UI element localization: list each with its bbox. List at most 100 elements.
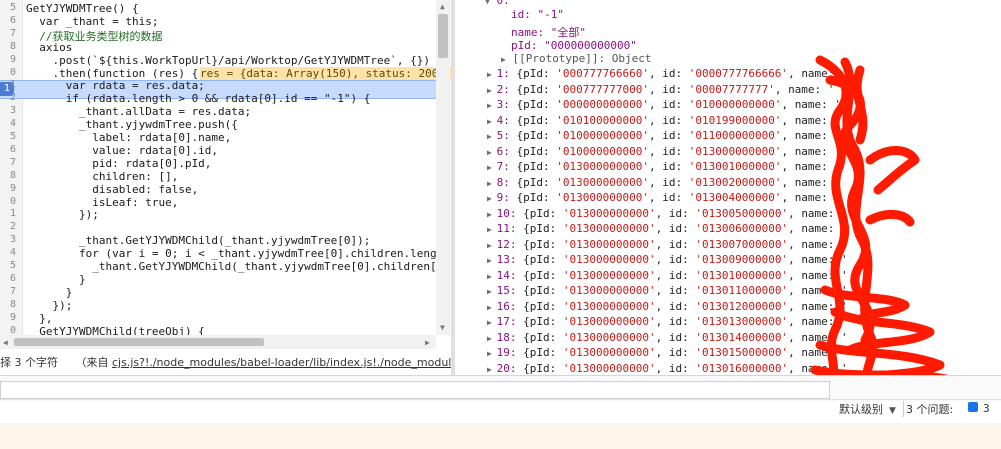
console-array-row[interactable]: ▶ 14: {pId: '013000000000', id: '0130100…	[487, 269, 848, 282]
console-array-row[interactable]: ▶ 11: {pId: '013000000000', id: '0130060…	[487, 222, 848, 235]
array-index: 2:	[496, 82, 510, 96]
punct: ,	[781, 98, 795, 111]
console-array-row[interactable]: ▶ 10: {pId: '013000000000', id: '0130050…	[487, 207, 848, 220]
line-number[interactable]: 0	[0, 325, 16, 336]
line-number[interactable]: 7	[0, 28, 16, 39]
line-number[interactable]: 6	[0, 15, 16, 26]
issues-button[interactable]: 3 个问题:	[906, 401, 953, 417]
code-line: _thant.yjywdmTree.push({	[26, 118, 238, 132]
code-line: isLeaf: true,	[26, 195, 179, 209]
line-number[interactable]: 1	[0, 79, 16, 90]
id-value: '013005000000'	[695, 206, 789, 220]
punct: , id:	[655, 253, 696, 266]
console-array-row[interactable]: ▶ 1: {pId: '000777766660', id: '00007777…	[487, 67, 848, 80]
line-number[interactable]: 3	[0, 105, 16, 116]
console-array-row[interactable]: ▶ 15: {pId: '013000000000', id: '0130110…	[487, 284, 848, 297]
line-number[interactable]: 8	[0, 41, 16, 52]
punct: , id:	[648, 67, 689, 80]
expand-triangle-icon[interactable]: ▶	[487, 287, 497, 296]
expand-triangle-icon[interactable]: ▶	[487, 225, 497, 234]
console-array-row[interactable]: ▶ 13: {pId: '013000000000', id: '0130090…	[487, 253, 848, 266]
id-value: '010000000000'	[688, 98, 782, 111]
source-status-bar: 择 3 个字符 （来自 cjs.js?!./node_modules/babel…	[0, 352, 451, 374]
expand-triangle-icon[interactable]: ▶	[487, 86, 497, 95]
line-number[interactable]: 0	[0, 196, 16, 207]
console-array-row[interactable]: ▶ 3: {pId: '000000000000', id: '01000000…	[487, 98, 841, 111]
expand-triangle-icon[interactable]: ▶	[501, 55, 506, 64]
expand-triangle-icon[interactable]: ▶	[487, 318, 497, 327]
scroll-left-icon[interactable]: ◀	[3, 338, 8, 347]
line-number[interactable]: 4	[0, 247, 16, 258]
scroll-down-icon[interactable]: ▼	[440, 323, 445, 332]
expand-triangle-icon[interactable]: ▶	[487, 101, 497, 110]
scroll-up-icon[interactable]: ▲	[440, 2, 445, 11]
source-editor[interactable]: 1 5 GetYJYWDMTree() {6 var _thant = this;…	[0, 0, 451, 335]
expand-triangle-icon[interactable]: ▶	[487, 132, 497, 141]
expand-triangle-icon[interactable]: ▶	[487, 365, 497, 374]
line-number[interactable]: 5	[0, 2, 16, 13]
console-array-row[interactable]: ▶ 20: {pId: '013000000000', id: '0130160…	[487, 362, 848, 375]
punct: ,	[774, 82, 789, 96]
line-number[interactable]: 9	[0, 183, 16, 194]
console-array-row[interactable]: ▶ 5: {pId: '010000000000', id: '01100000…	[487, 129, 841, 142]
console-array-row[interactable]: ▶ 12: {pId: '013000000000', id: '0130070…	[487, 238, 848, 251]
line-number[interactable]: 1	[0, 208, 16, 219]
source-vertical-scroll-thumb[interactable]	[438, 14, 448, 58]
punct: {pId:	[509, 98, 557, 111]
line-number[interactable]: 2	[0, 92, 16, 103]
line-number[interactable]: 5	[0, 260, 16, 271]
log-level-label: 默认级别	[839, 403, 883, 416]
console-array-row[interactable]: ▶ 4: {pId: '010100000000', id: '01019900…	[487, 114, 841, 127]
expand-triangle-icon[interactable]: ▶	[487, 194, 497, 203]
code-line: pid: rdata[0].pId,	[26, 156, 212, 170]
expand-triangle-icon[interactable]: ▶	[487, 241, 497, 250]
scroll-right-icon[interactable]: ▶	[425, 338, 430, 347]
line-number[interactable]: 9	[0, 54, 16, 65]
line-number[interactable]: 7	[0, 286, 16, 297]
message-icon	[968, 402, 978, 412]
console-array-row[interactable]: ▶ 19: {pId: '013000000000', id: '0130150…	[487, 346, 848, 359]
console-array-row[interactable]: ▶ 2: {pId: '000777777000', id: '00007777…	[487, 83, 834, 96]
code-line: },	[26, 311, 53, 325]
expand-triangle-icon[interactable]: ▼	[485, 0, 490, 6]
source-horizontal-scroll-thumb[interactable]	[14, 338, 264, 346]
console-array-row[interactable]: ▶ 6: {pId: '010000000000', id: '01300000…	[487, 145, 841, 158]
expand-triangle-icon[interactable]: ▶	[487, 210, 497, 219]
expand-triangle-icon[interactable]: ▶	[487, 117, 497, 126]
line-number[interactable]: 5	[0, 131, 16, 142]
line-number[interactable]: 6	[0, 273, 16, 284]
source-file-link[interactable]: cjs.js?!./node_modules/babel-loader/lib/…	[112, 356, 451, 369]
console-filter-input[interactable]	[0, 381, 830, 399]
console-array-row[interactable]: ▶ 8: {pId: '013000000000', id: '01300200…	[487, 176, 841, 189]
expand-triangle-icon[interactable]: ▶	[487, 334, 497, 343]
console-array-row[interactable]: ▶ 18: {pId: '013000000000', id: '0130140…	[487, 331, 848, 344]
line-number[interactable]: 6	[0, 144, 16, 155]
expand-triangle-icon[interactable]: ▶	[487, 148, 497, 157]
line-number[interactable]: 0	[0, 67, 16, 78]
inline-debug-value[interactable]: res = {data: Array(150), status: 200, s	[200, 66, 451, 80]
expand-triangle-icon[interactable]: ▶	[487, 303, 497, 312]
punct: {pId:	[509, 191, 557, 204]
line-number[interactable]: 3	[0, 234, 16, 245]
console-array-row[interactable]: ▶ 7: {pId: '013000000000', id: '01300100…	[487, 160, 841, 173]
console-array-row[interactable]: ▶ 9: {pId: '013000000000', id: '01300400…	[487, 191, 841, 204]
array-index: 20:	[496, 361, 517, 375]
console-array-row[interactable]: ▶ 17: {pId: '013000000000', id: '0130130…	[487, 315, 848, 328]
line-number[interactable]: 9	[0, 312, 16, 323]
log-level-select[interactable]: 默认级别 ▼	[839, 401, 896, 417]
expand-triangle-icon[interactable]: ▶	[487, 272, 497, 281]
expand-triangle-icon[interactable]: ▶	[487, 179, 497, 188]
line-number[interactable]: 2	[0, 221, 16, 232]
pid-value: '013000000000'	[556, 175, 649, 189]
console-array-row[interactable]: ▶ 16: {pId: '013000000000', id: '0130120…	[487, 300, 848, 313]
line-number[interactable]: 8	[0, 170, 16, 181]
expand-triangle-icon[interactable]: ▶	[487, 163, 497, 172]
line-number[interactable]: 8	[0, 299, 16, 310]
punct: , id:	[655, 330, 696, 344]
expand-triangle-icon[interactable]: ▶	[487, 349, 497, 358]
expand-triangle-icon[interactable]: ▶	[487, 70, 497, 79]
expand-triangle-icon[interactable]: ▶	[487, 256, 497, 265]
line-number[interactable]: 7	[0, 157, 16, 168]
bottom-strip	[0, 423, 1001, 449]
line-number[interactable]: 4	[0, 118, 16, 129]
